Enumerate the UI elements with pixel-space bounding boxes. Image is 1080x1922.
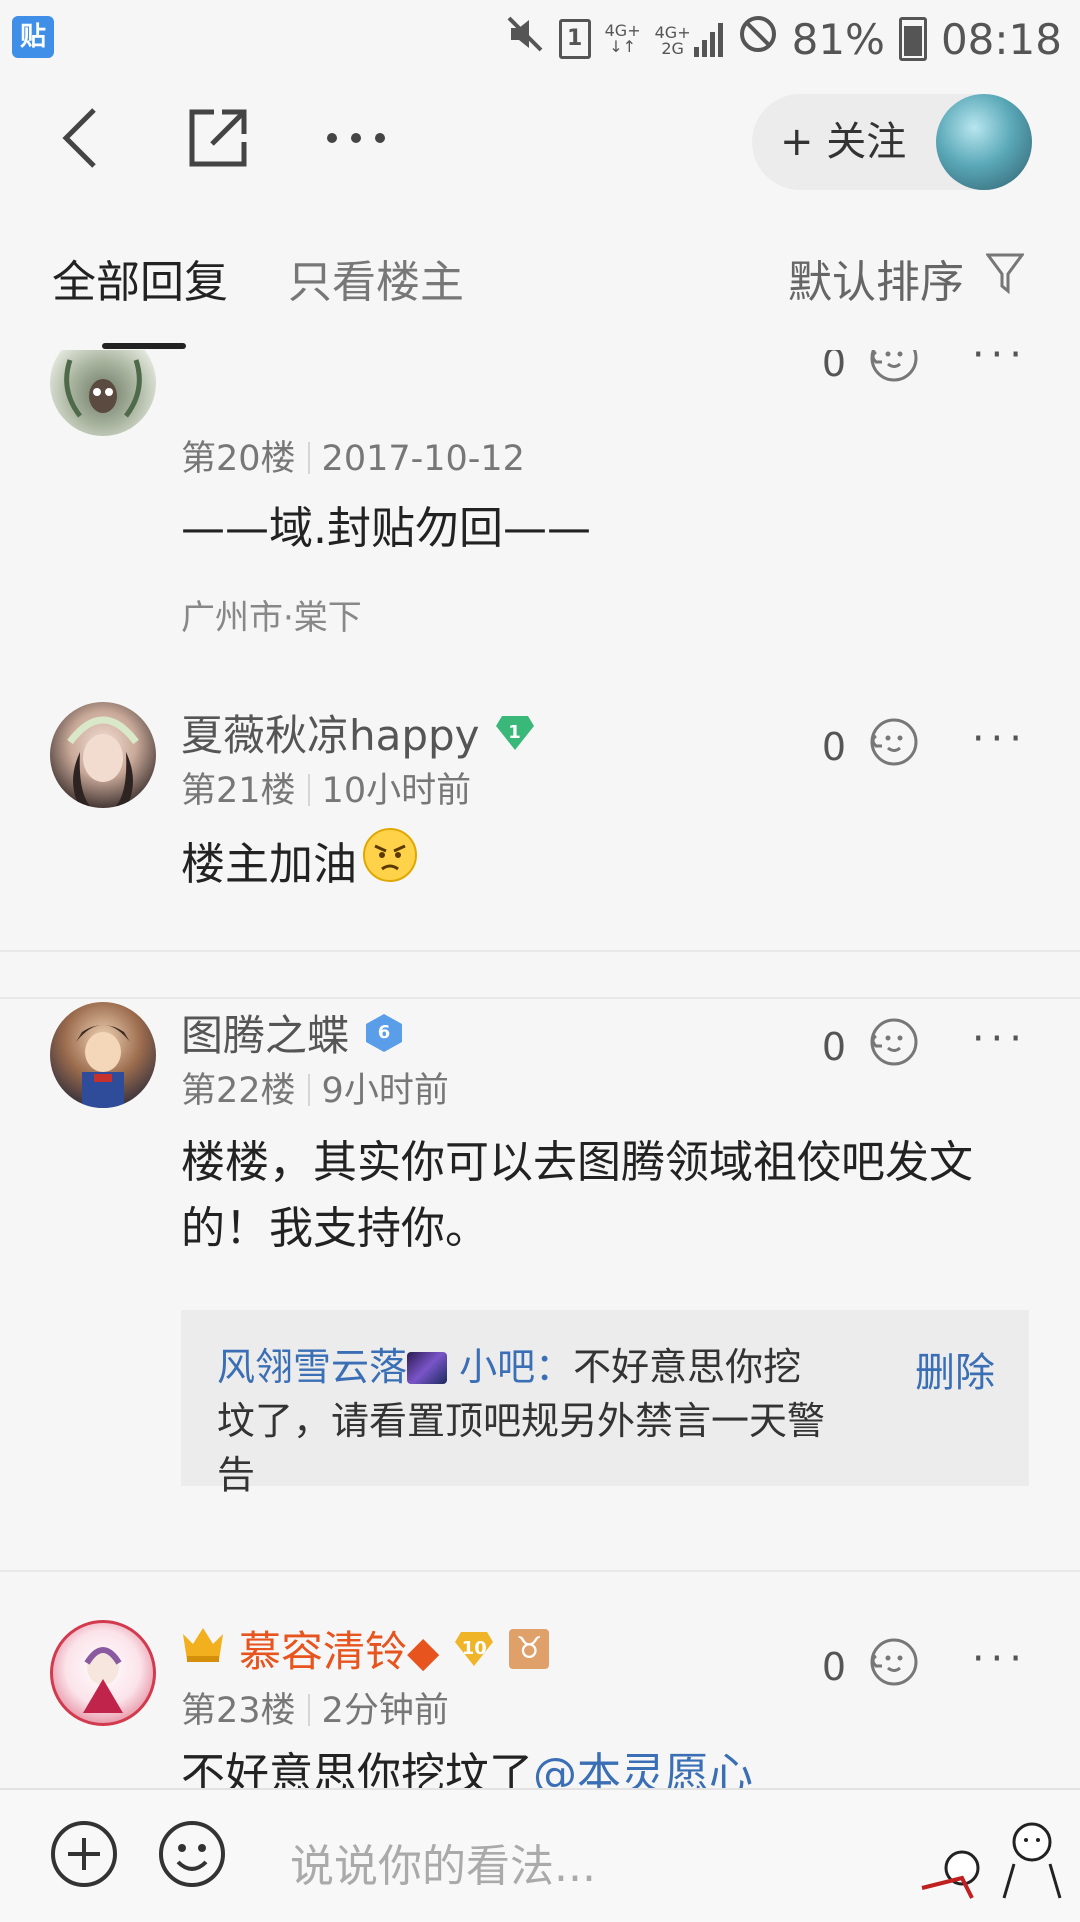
reply-filter-tabs: 全部回复 只看楼主 默认排序 bbox=[0, 198, 1080, 350]
like-hand-icon bbox=[864, 350, 920, 395]
reply-time: 2017-10-12 bbox=[321, 439, 525, 479]
sticker-illustration[interactable] bbox=[902, 1808, 1062, 1908]
battery-icon bbox=[898, 17, 927, 61]
reply-location: 广州市·棠下 bbox=[181, 598, 362, 638]
level-badge: 10 bbox=[453, 1628, 495, 1670]
active-tab-indicator bbox=[102, 343, 186, 349]
like-control[interactable]: 0 bbox=[822, 350, 920, 395]
reply-list: 0 ··· 第20楼 2017-10-12 ——域.封贴勿回—— 广州市·棠下 夏… bbox=[0, 350, 1080, 1788]
reply-item: 图腾之蝶 6 0 ··· 第22楼 9小时前 楼楼，其实你可以去图腾领域祖佼吧发文… bbox=[0, 950, 1080, 1572]
filter-icon bbox=[985, 252, 1025, 305]
username[interactable]: 图腾之蝶 6 bbox=[181, 1002, 405, 1063]
clock: 08:18 bbox=[940, 14, 1062, 64]
like-hand-icon bbox=[864, 1014, 920, 1079]
status-bar: 贴 1 4G+ ↓↑ 4G+ 2G 81% 08:18 bbox=[0, 0, 1080, 78]
vip-crown-icon bbox=[181, 1624, 225, 1674]
network-bottom-label: 2G bbox=[661, 39, 684, 58]
back-icon[interactable] bbox=[40, 98, 120, 178]
emoji-icon[interactable] bbox=[156, 1818, 228, 1890]
like-control[interactable]: 0 bbox=[822, 1634, 920, 1699]
user-mention-link[interactable]: @本灵愿心 bbox=[533, 1749, 753, 1788]
level-badge: 1 bbox=[494, 712, 536, 754]
reply-content: ——域.封贴勿回—— bbox=[181, 503, 591, 554]
username[interactable]: 夏薇秋凉happy 1 bbox=[181, 702, 536, 763]
username-text: 图腾之蝶 bbox=[181, 1011, 350, 1060]
like-hand-icon bbox=[864, 1634, 920, 1699]
battery-percent: 81% bbox=[791, 14, 885, 64]
like-count: 0 bbox=[821, 350, 846, 385]
tab-all-replies[interactable]: 全部回复 bbox=[52, 246, 228, 310]
like-count: 0 bbox=[821, 724, 846, 769]
reply-content: 不好意思你挖坟了@本灵愿心 bbox=[181, 1742, 1021, 1788]
username-text: 慕容清铃◆ bbox=[239, 1627, 440, 1676]
like-count: 0 bbox=[821, 1024, 846, 1069]
sim-slot-icon: 1 bbox=[558, 19, 591, 59]
taurus-zodiac-icon: ♉ bbox=[509, 1628, 550, 1669]
sort-label: 默认排序 bbox=[788, 257, 964, 308]
reply-text: 不好意思你挖坟了 bbox=[181, 1749, 533, 1788]
more-actions-icon[interactable]: ··· bbox=[972, 716, 1028, 762]
level-number: 10 bbox=[461, 1637, 487, 1659]
add-attachment-icon[interactable] bbox=[48, 1818, 120, 1890]
reply-meta: 第20楼 2017-10-12 bbox=[181, 430, 525, 481]
like-hand-icon bbox=[864, 714, 920, 779]
user-avatar[interactable] bbox=[50, 1620, 156, 1726]
user-avatar[interactable] bbox=[50, 1002, 156, 1108]
like-control[interactable]: 0 bbox=[822, 1014, 920, 1079]
username-text: 夏薇秋凉happy bbox=[181, 711, 480, 760]
top-nav-bar: + 关注 bbox=[0, 78, 1080, 198]
sort-dropdown[interactable]: 默认排序 bbox=[788, 246, 1025, 310]
reply-time: 9小时前 bbox=[321, 1071, 449, 1111]
follow-label: + 关注 bbox=[780, 119, 907, 165]
reply-item: 夏薇秋凉happy 1 0 ··· 第21楼 10小时前 楼主加油 bbox=[0, 650, 1080, 952]
author-avatar[interactable] bbox=[936, 94, 1032, 190]
comment-input[interactable]: 说说你的看法... bbox=[290, 1830, 596, 1894]
level-number: 1 bbox=[508, 721, 521, 743]
angry-emoji-icon bbox=[361, 826, 419, 903]
delete-button[interactable]: 删除 bbox=[915, 1340, 995, 1398]
tab-op-only[interactable]: 只看楼主 bbox=[288, 246, 464, 310]
more-actions-icon[interactable]: ··· bbox=[972, 1016, 1028, 1062]
share-icon[interactable] bbox=[178, 98, 258, 178]
reply-meta: 第22楼 9小时前 bbox=[181, 1062, 449, 1113]
status-icons: 1 4G+ ↓↑ 4G+ 2G 81% 08:18 bbox=[505, 12, 1062, 66]
reply-time: 2分钟前 bbox=[321, 1691, 449, 1731]
reply-text: 楼主加油 bbox=[181, 838, 357, 890]
comment-input-bar: 说说你的看法... bbox=[0, 1788, 1080, 1922]
more-actions-icon[interactable]: ··· bbox=[972, 350, 1028, 378]
like-count: 0 bbox=[821, 1644, 846, 1689]
reply-meta: 第21楼 10小时前 bbox=[181, 762, 471, 813]
floor-number: 第21楼 bbox=[181, 771, 296, 811]
reply-content: 楼主加油 bbox=[181, 826, 1021, 903]
sub-reply-author-role: 小吧： bbox=[459, 1345, 574, 1389]
mute-icon bbox=[505, 14, 545, 64]
username[interactable]: 慕容清铃◆ 10 ♉ bbox=[181, 1618, 550, 1679]
sub-reply-box: 风翎雪云落 小吧：不好意思你挖坟了，请看置顶吧规另外禁言一天警告 删除 bbox=[181, 1310, 1029, 1497]
level-number: 6 bbox=[377, 1021, 391, 1043]
sub-reply-author[interactable]: 风翎雪云落 bbox=[217, 1345, 407, 1389]
signal-icon: 4G+ 2G bbox=[655, 21, 724, 57]
floor-number: 第22楼 bbox=[181, 1071, 296, 1111]
floor-number: 第20楼 bbox=[181, 439, 296, 479]
floor-number: 第23楼 bbox=[181, 1691, 296, 1731]
follow-button[interactable]: + 关注 bbox=[752, 94, 1032, 190]
user-avatar[interactable] bbox=[50, 350, 156, 436]
level-badge: 6 bbox=[363, 1012, 405, 1054]
sub-reply: 风翎雪云落 小吧：不好意思你挖坟了，请看置顶吧规另外禁言一天警告 bbox=[217, 1340, 837, 1502]
more-actions-icon[interactable]: ··· bbox=[972, 1636, 1028, 1682]
vip-galaxy-icon bbox=[407, 1352, 448, 1384]
user-avatar[interactable] bbox=[50, 702, 156, 808]
network-4g-icon: 4G+ ↓↑ bbox=[604, 21, 641, 56]
like-control[interactable]: 0 bbox=[822, 714, 920, 779]
reply-content: 楼楼，其实你可以去图腾领域祖佼吧发文的！我支持你。 bbox=[181, 1137, 973, 1254]
tieba-app-icon: 贴 bbox=[12, 16, 54, 58]
reply-time: 10小时前 bbox=[321, 771, 472, 811]
do-not-disturb-icon bbox=[738, 14, 778, 64]
more-options-icon[interactable] bbox=[316, 98, 396, 178]
reply-meta: 第23楼 2分钟前 bbox=[181, 1682, 449, 1733]
reply-item: 慕容清铃◆ 10 ♉ 0 ··· 第23楼 2分钟前 不好意思你挖坟了@本灵愿心 bbox=[0, 1570, 1080, 1788]
